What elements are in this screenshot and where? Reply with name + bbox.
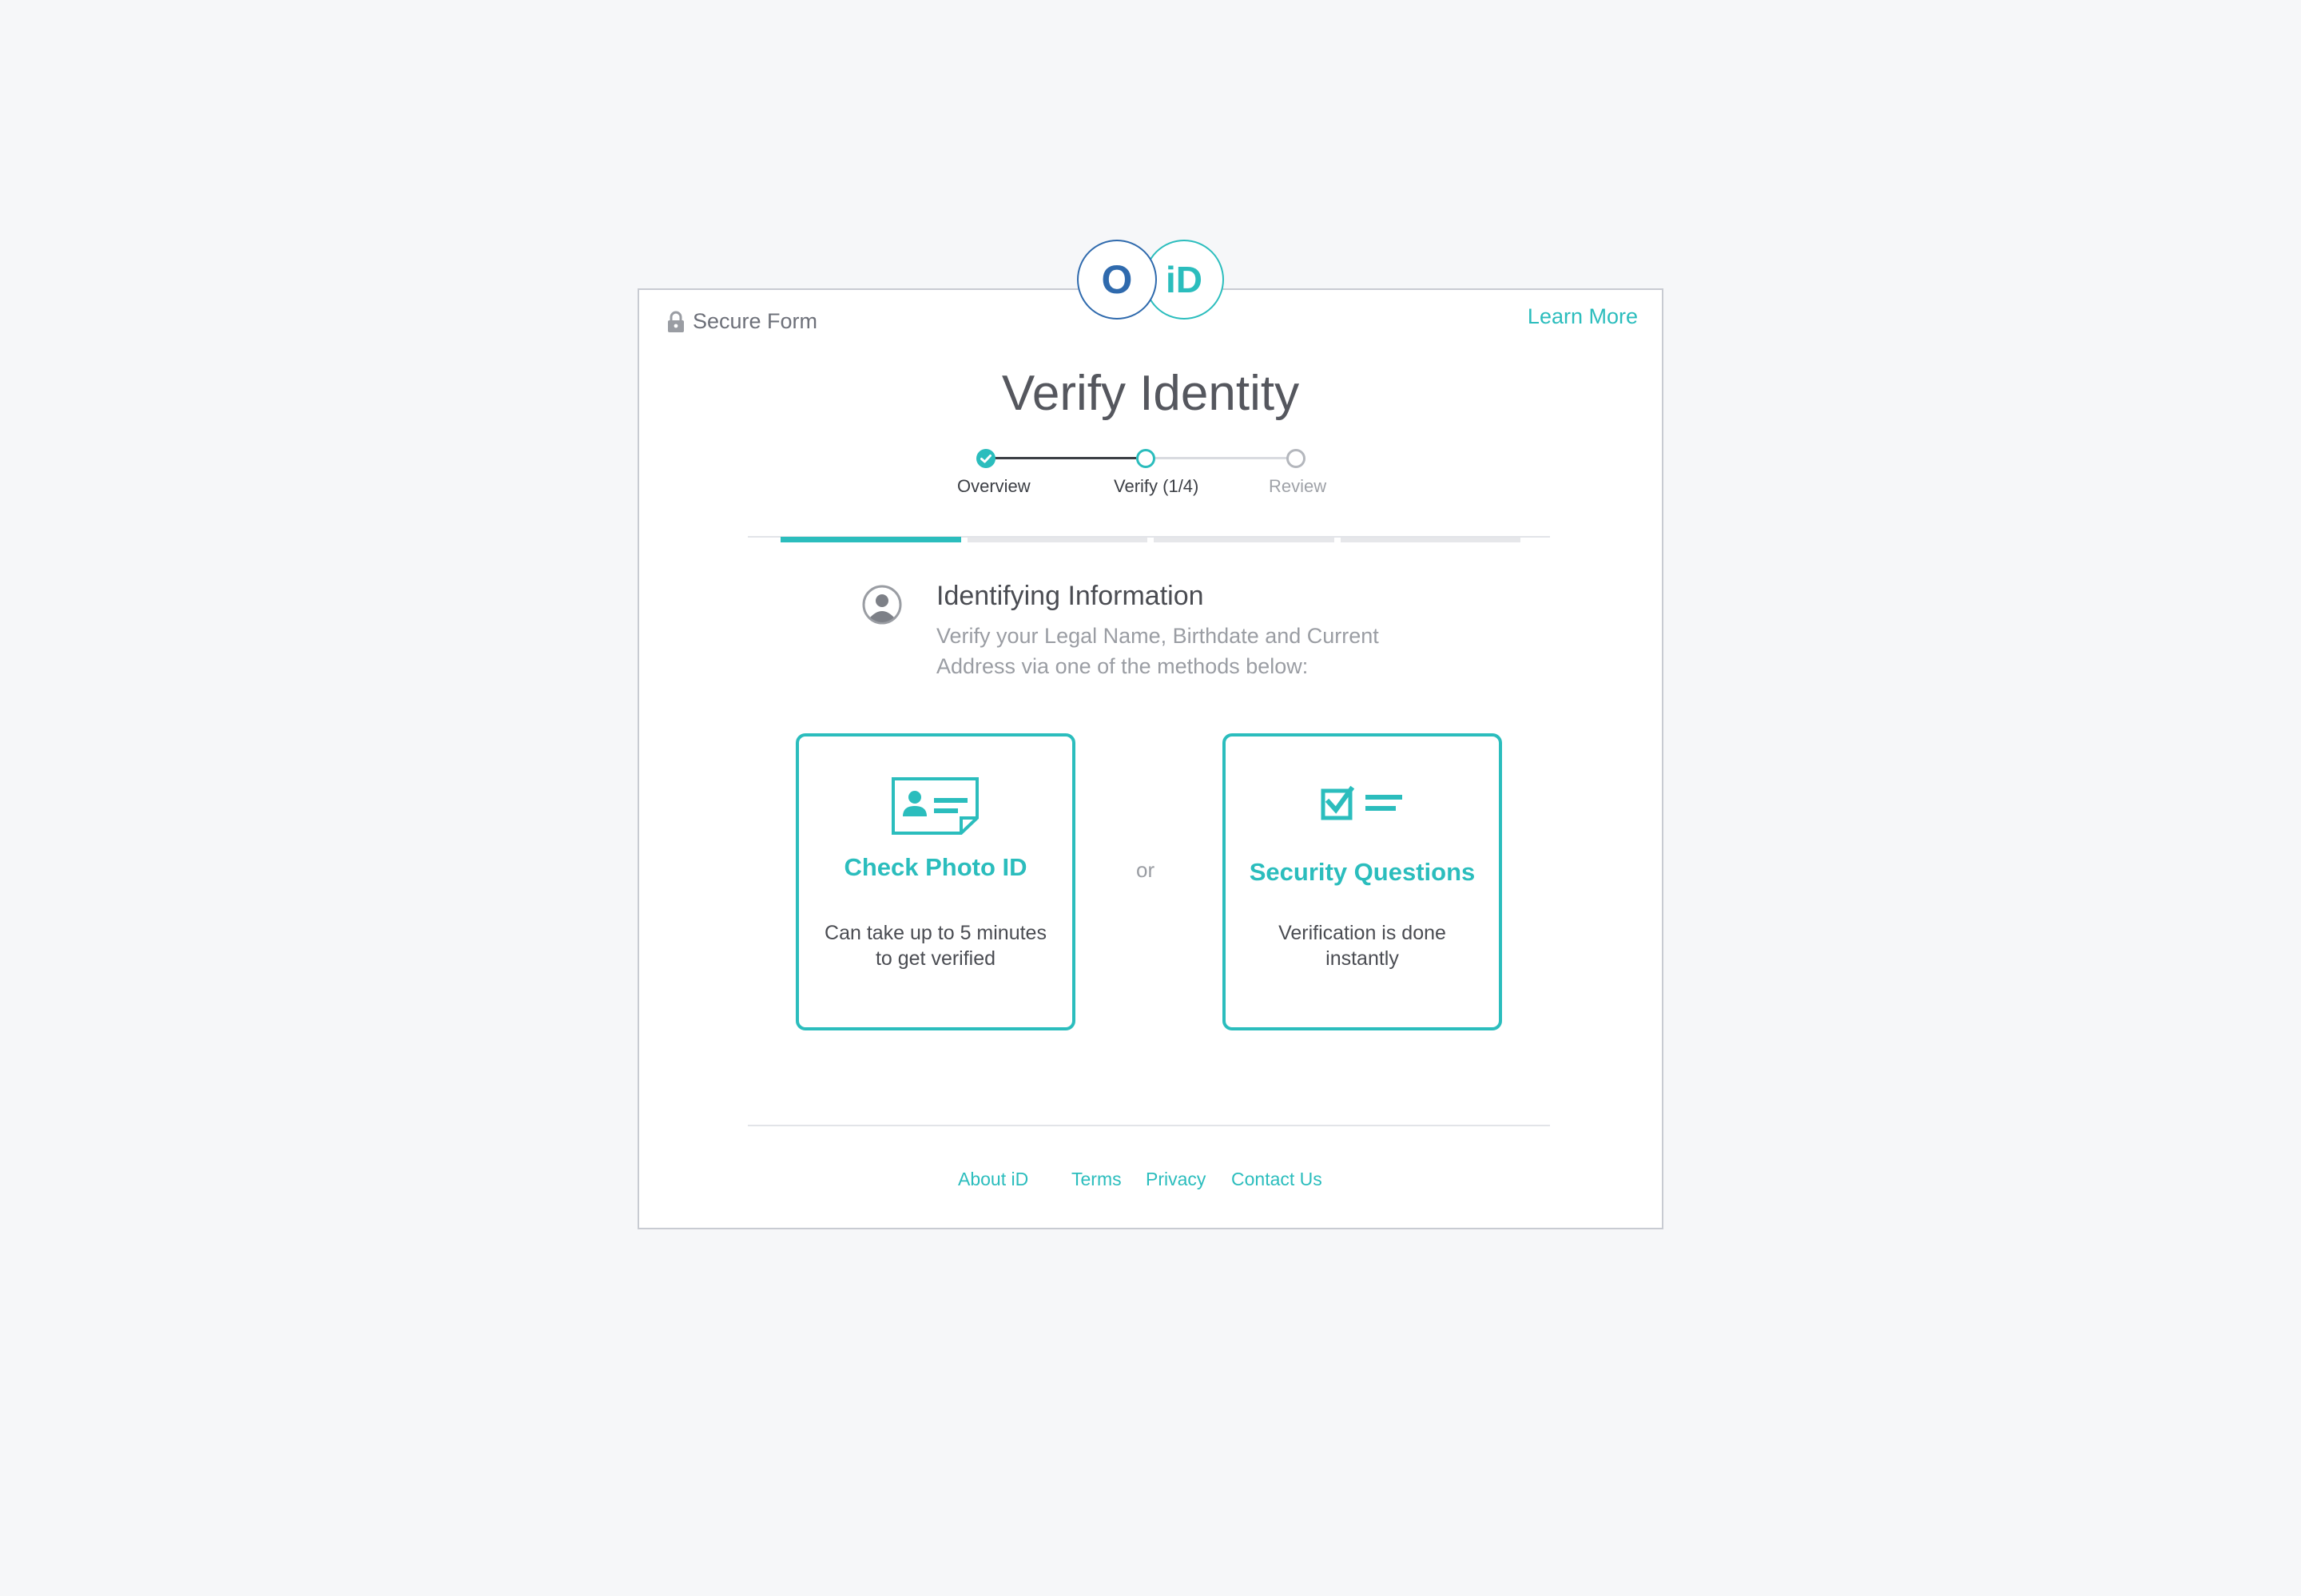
brand-logo-o-mark: O	[1077, 240, 1157, 320]
about-id-link[interactable]: About iD	[958, 1169, 1028, 1190]
step-verify-dot	[1136, 449, 1155, 468]
contact-us-link[interactable]: Contact Us	[1231, 1169, 1322, 1190]
check-photo-id-option[interactable]: Check Photo ID Can take up to 5 minutes …	[796, 733, 1075, 1030]
terms-link[interactable]: Terms	[1071, 1169, 1122, 1190]
step-review-label: Review	[1269, 476, 1327, 496]
check-photo-id-title: Check Photo ID	[844, 853, 1027, 881]
photo-id-card-icon	[892, 777, 979, 835]
section-description: Verify your Legal Name, Birthdate and Cu…	[936, 624, 1379, 678]
section-title: Identifying Information	[936, 581, 1204, 611]
security-questions-option[interactable]: Security Questions Verification is done …	[1222, 733, 1502, 1030]
lock-icon	[668, 311, 684, 332]
or-separator: or	[1136, 858, 1155, 882]
verify-card: Secure Form Learn More Verify Identity O…	[638, 288, 1663, 1229]
step-verify-label: Verify (1/4)	[1114, 476, 1199, 496]
progress-segment-2	[967, 538, 1147, 542]
secure-form-text: Secure Form	[693, 309, 818, 333]
footer-links: About iD Terms Privacy Contact Us	[639, 1169, 1662, 1193]
privacy-link[interactable]: Privacy	[1146, 1169, 1206, 1190]
page-title: Verify Identity	[1001, 366, 1300, 421]
stepper-line-pending	[1149, 457, 1288, 459]
secure-form-label: Secure Form	[667, 309, 817, 334]
learn-more-link[interactable]: Learn More	[1528, 304, 1638, 329]
sub-step-progress	[781, 537, 1520, 543]
stepper: Overview Verify (1/4) Review	[957, 443, 1349, 498]
user-avatar-icon	[862, 585, 902, 625]
security-questions-title: Security Questions	[1249, 858, 1476, 886]
bottom-divider	[748, 1125, 1550, 1126]
brand-logo: O iD	[1077, 240, 1226, 323]
security-questions-description: Verification is done instantly	[1278, 922, 1446, 970]
stepper-line-complete	[989, 457, 1136, 459]
step-overview-check-icon	[976, 449, 996, 468]
progress-segment-1	[781, 537, 961, 542]
step-overview-label: Overview	[957, 476, 1031, 496]
progress-segment-3	[1154, 538, 1334, 542]
step-review-dot	[1286, 449, 1305, 468]
progress-segment-4	[1340, 538, 1520, 542]
checklist-icon	[1321, 785, 1402, 820]
check-photo-id-description: Can take up to 5 minutes to get verified	[825, 922, 1047, 970]
